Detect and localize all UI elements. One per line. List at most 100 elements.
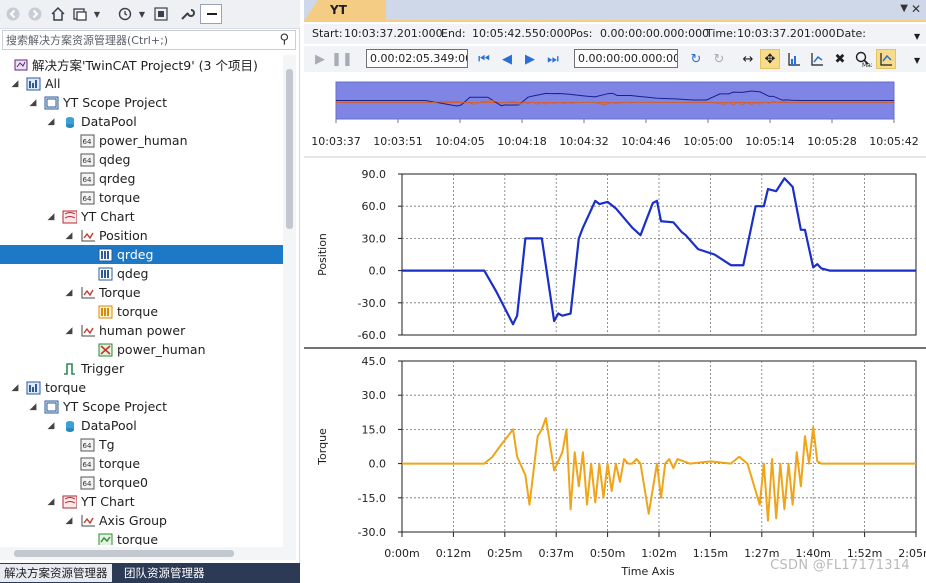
expand-arrow-icon[interactable]: ◢: [46, 212, 56, 222]
tree-item[interactable]: 解决方案'TwinCAT Project9' (3 个项目): [0, 55, 283, 74]
dropdown-icon[interactable]: ▼: [92, 4, 102, 24]
scrollbar-thumb[interactable]: [286, 69, 293, 229]
hscrollbar-thumb[interactable]: [14, 550, 234, 557]
pause-icon[interactable]: ❚❚: [331, 49, 353, 69]
document-tab-bar: YT Chart ▼ ✕: [304, 0, 926, 22]
tab-yt-chart[interactable]: YT Chart: [304, 0, 386, 21]
y-tick-label: -30.0: [358, 526, 386, 539]
wrench-icon[interactable]: [178, 4, 196, 24]
pan-horizontal-icon[interactable]: ↔: [738, 49, 758, 69]
history-icon[interactable]: [116, 4, 134, 24]
tree-item[interactable]: ◢ YT Chart: [0, 207, 283, 226]
preview-toggle-icon[interactable]: [200, 4, 222, 24]
expand-arrow-icon[interactable]: ◢: [10, 383, 20, 393]
expand-arrow-icon[interactable]: ◢: [64, 516, 74, 526]
tree-item[interactable]: ◢ Torque: [0, 283, 283, 302]
horizontal-scrollbar[interactable]: [0, 547, 296, 560]
expand-arrow-icon[interactable]: ◢: [46, 421, 56, 431]
refresh-icon[interactable]: ↻: [686, 49, 706, 69]
expand-arrow-icon[interactable]: ◢: [64, 288, 74, 298]
forward-icon[interactable]: [26, 4, 44, 24]
y-tick-label: -30.0: [358, 297, 386, 310]
date-label: Date:: [836, 27, 866, 40]
tree-item-label: Torque: [99, 285, 141, 300]
expand-arrow-icon[interactable]: ◢: [46, 497, 56, 507]
tree-item[interactable]: ◢ DataPool: [0, 112, 283, 131]
close-icon[interactable]: ✕: [911, 2, 921, 16]
search-icon[interactable]: ⚲: [279, 32, 289, 47]
chart-canvas[interactable]: 10:03:37 10:03:51 10:04:05 10:04:18 10:04:32…: [304, 74, 926, 583]
fit-icon[interactable]: [876, 49, 896, 69]
tree-item[interactable]: torque: [0, 302, 283, 321]
zoom-max-icon[interactable]: Max: [853, 49, 873, 69]
tree-item[interactable]: power_human: [0, 340, 283, 359]
pan-all-icon[interactable]: ✥: [760, 49, 780, 69]
expand-arrow-icon[interactable]: ◢: [10, 79, 20, 89]
expand-arrow-icon[interactable]: ◢: [28, 98, 38, 108]
offset-input[interactable]: [574, 49, 678, 68]
expand-arrow-icon[interactable]: ◢: [28, 402, 38, 412]
svg-text:64: 64: [83, 138, 92, 146]
sync-icon[interactable]: [71, 4, 89, 24]
tree-item-label: YT Chart: [81, 494, 135, 509]
tree-item[interactable]: 64 qdeg: [0, 150, 283, 169]
svg-text:64: 64: [83, 195, 92, 203]
tree-item[interactable]: torque: [0, 530, 283, 545]
search-input[interactable]: [6, 32, 266, 48]
tree-item[interactable]: ◢ YT Scope Project: [0, 93, 283, 112]
redo-icon[interactable]: ↻: [709, 49, 729, 69]
search-box[interactable]: ⚲: [2, 30, 296, 50]
collapse-icon[interactable]: [152, 4, 170, 24]
play-icon[interactable]: ▶: [310, 49, 330, 69]
expand-arrow-icon[interactable]: ◢: [64, 326, 74, 336]
tree-item[interactable]: Trigger: [0, 359, 283, 378]
tree-item[interactable]: qrdeg: [0, 245, 283, 264]
yt-chart-document: YT Chart ▼ ✕ Start: 10:03:37.201:000 End…: [304, 0, 926, 583]
y-tick-label: -60.0: [358, 329, 386, 342]
tree-item[interactable]: 64 torque0: [0, 473, 283, 492]
tab-team-explorer[interactable]: 团队资源管理器: [120, 564, 209, 582]
tree-item[interactable]: 64 torque: [0, 454, 283, 473]
last-icon[interactable]: ⏭: [543, 49, 563, 69]
prev-icon[interactable]: ◀: [497, 49, 517, 69]
tree-item[interactable]: ◢ Axis Group: [0, 511, 283, 530]
span-input[interactable]: [366, 49, 468, 68]
tab-solution-explorer[interactable]: 解决方案资源管理器: [0, 564, 112, 582]
vertical-scrollbar[interactable]: [283, 55, 296, 547]
tree-item[interactable]: ◢ human power: [0, 321, 283, 340]
tree-item[interactable]: 64 Tg: [0, 435, 283, 454]
tree-item[interactable]: ◢ DataPool: [0, 416, 283, 435]
tree-item[interactable]: ◢ Position: [0, 226, 283, 245]
tree-item-label: All: [45, 76, 61, 91]
cross-icon[interactable]: ✖: [830, 49, 850, 69]
first-icon[interactable]: ⏮: [474, 49, 494, 69]
tree-item[interactable]: ◢ All: [0, 74, 283, 93]
svg-text:64: 64: [83, 176, 92, 184]
tab-overflow-icon[interactable]: ▼: [900, 3, 908, 14]
cursor-icon[interactable]: [807, 49, 827, 69]
back-icon[interactable]: [4, 4, 22, 24]
info-overflow-icon[interactable]: ▼: [914, 32, 920, 41]
tree-item[interactable]: ◢ YT Chart: [0, 492, 283, 511]
bottom-tab-strip: 解决方案资源管理器 团队资源管理器: [0, 563, 300, 583]
pos-label: Pos:: [570, 27, 593, 40]
expand-arrow-icon[interactable]: ◢: [46, 117, 56, 127]
tree-item[interactable]: qdeg: [0, 264, 283, 283]
tree-item[interactable]: 64 power_human: [0, 131, 283, 150]
tree-item[interactable]: ◢ YT Scope Project: [0, 397, 283, 416]
datapool-icon: [62, 115, 77, 129]
y-tick-label: -15.0: [358, 492, 386, 505]
overview-time-label: 10:04:32: [559, 135, 608, 148]
variable-icon: 64: [80, 191, 95, 205]
trigger-icon: [62, 362, 77, 376]
tree-item[interactable]: 64 qrdeg: [0, 169, 283, 188]
y-tick-label: 30.0: [362, 232, 387, 245]
expand-arrow-icon[interactable]: ◢: [64, 231, 74, 241]
home-icon[interactable]: [49, 4, 67, 24]
next-icon[interactable]: ▶: [520, 49, 540, 69]
history-dropdown-icon[interactable]: ▼: [137, 4, 147, 24]
ctrl-overflow-icon[interactable]: ▼: [914, 56, 920, 65]
axis-add-icon[interactable]: [784, 49, 804, 69]
tree-item[interactable]: 64 torque: [0, 188, 283, 207]
tree-item[interactable]: ◢ torque: [0, 378, 283, 397]
